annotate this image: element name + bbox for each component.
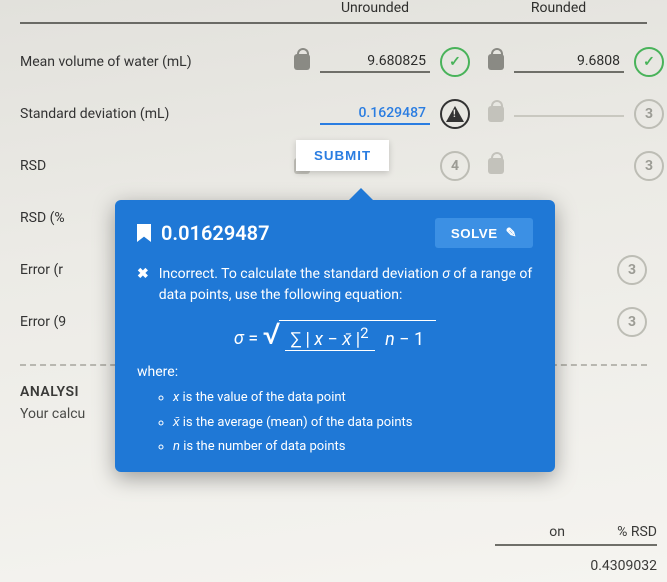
where-item-xbar: x̄ is the average (mean) of the data poi… — [173, 411, 533, 436]
submit-button[interactable]: SUBMIT — [296, 140, 389, 171]
solve-button[interactable]: SOLVE ✎ — [435, 218, 533, 248]
header-unrounded: Unrounded — [280, 0, 470, 16]
bookmark-icon[interactable] — [137, 224, 151, 242]
label-mean-volume: Mean volume of water (mL) — [20, 54, 280, 70]
row-stddev: Standard deviation (mL) 0.1629487 3 — [20, 88, 647, 140]
where-list: x is the value of the data point x̄ is t… — [173, 386, 533, 460]
where-label: where: — [137, 364, 533, 380]
input-stddev-unrounded[interactable]: 0.1629487 — [320, 103, 430, 125]
placeholder-circle: 3 — [634, 99, 664, 129]
bottom-h2: % RSD — [587, 524, 657, 540]
value-mean-rounded: 9.6808 — [514, 51, 624, 73]
row-mean-volume: Mean volume of water (mL) 9.680825 ✓ 9.6… — [20, 36, 647, 88]
sigma-symbol: σ — [442, 266, 450, 282]
lock-icon — [488, 158, 504, 174]
popup-message: ✖ Incorrect. To calculate the standard d… — [137, 264, 533, 306]
value-mean-unrounded: 9.680825 — [320, 51, 430, 73]
bottom-table: on % RSD 0.4309032 — [495, 520, 657, 574]
label-stddev: Standard deviation (mL) — [20, 106, 280, 122]
check-icon: ✓ — [440, 47, 470, 77]
value-stddev-rounded — [514, 111, 624, 117]
lock-icon — [488, 106, 504, 122]
bottom-v2: 0.4309032 — [587, 558, 657, 574]
placeholder-circle: 3 — [634, 151, 664, 181]
popup-value: 0.01629487 — [161, 221, 270, 245]
x-icon: ✖ — [137, 264, 149, 285]
where-item-n: n is the number of data points — [173, 435, 533, 460]
placeholder-circle: 3 — [617, 255, 647, 285]
equation: σ = √ ∑ | x − x̄ |2 n − 1 — [137, 320, 533, 350]
bottom-h1: on — [495, 524, 565, 540]
placeholder-circle: 4 — [440, 151, 470, 181]
placeholder-circle: 3 — [617, 307, 647, 337]
where-item-x: x is the value of the data point — [173, 386, 533, 411]
label-rsd: RSD — [20, 158, 280, 174]
lock-icon — [488, 54, 504, 70]
column-headers: Unrounded Rounded — [20, 0, 647, 24]
warning-icon — [440, 99, 470, 129]
wand-icon: ✎ — [506, 225, 517, 241]
popup-msg-a: Incorrect. To calculate the standard dev… — [159, 266, 443, 282]
check-icon: ✓ — [634, 47, 664, 77]
solve-label: SOLVE — [451, 226, 498, 241]
header-rounded: Rounded — [470, 0, 647, 16]
lock-icon — [294, 54, 310, 70]
feedback-popup: 0.01629487 SOLVE ✎ ✖ Incorrect. To calcu… — [115, 200, 555, 472]
